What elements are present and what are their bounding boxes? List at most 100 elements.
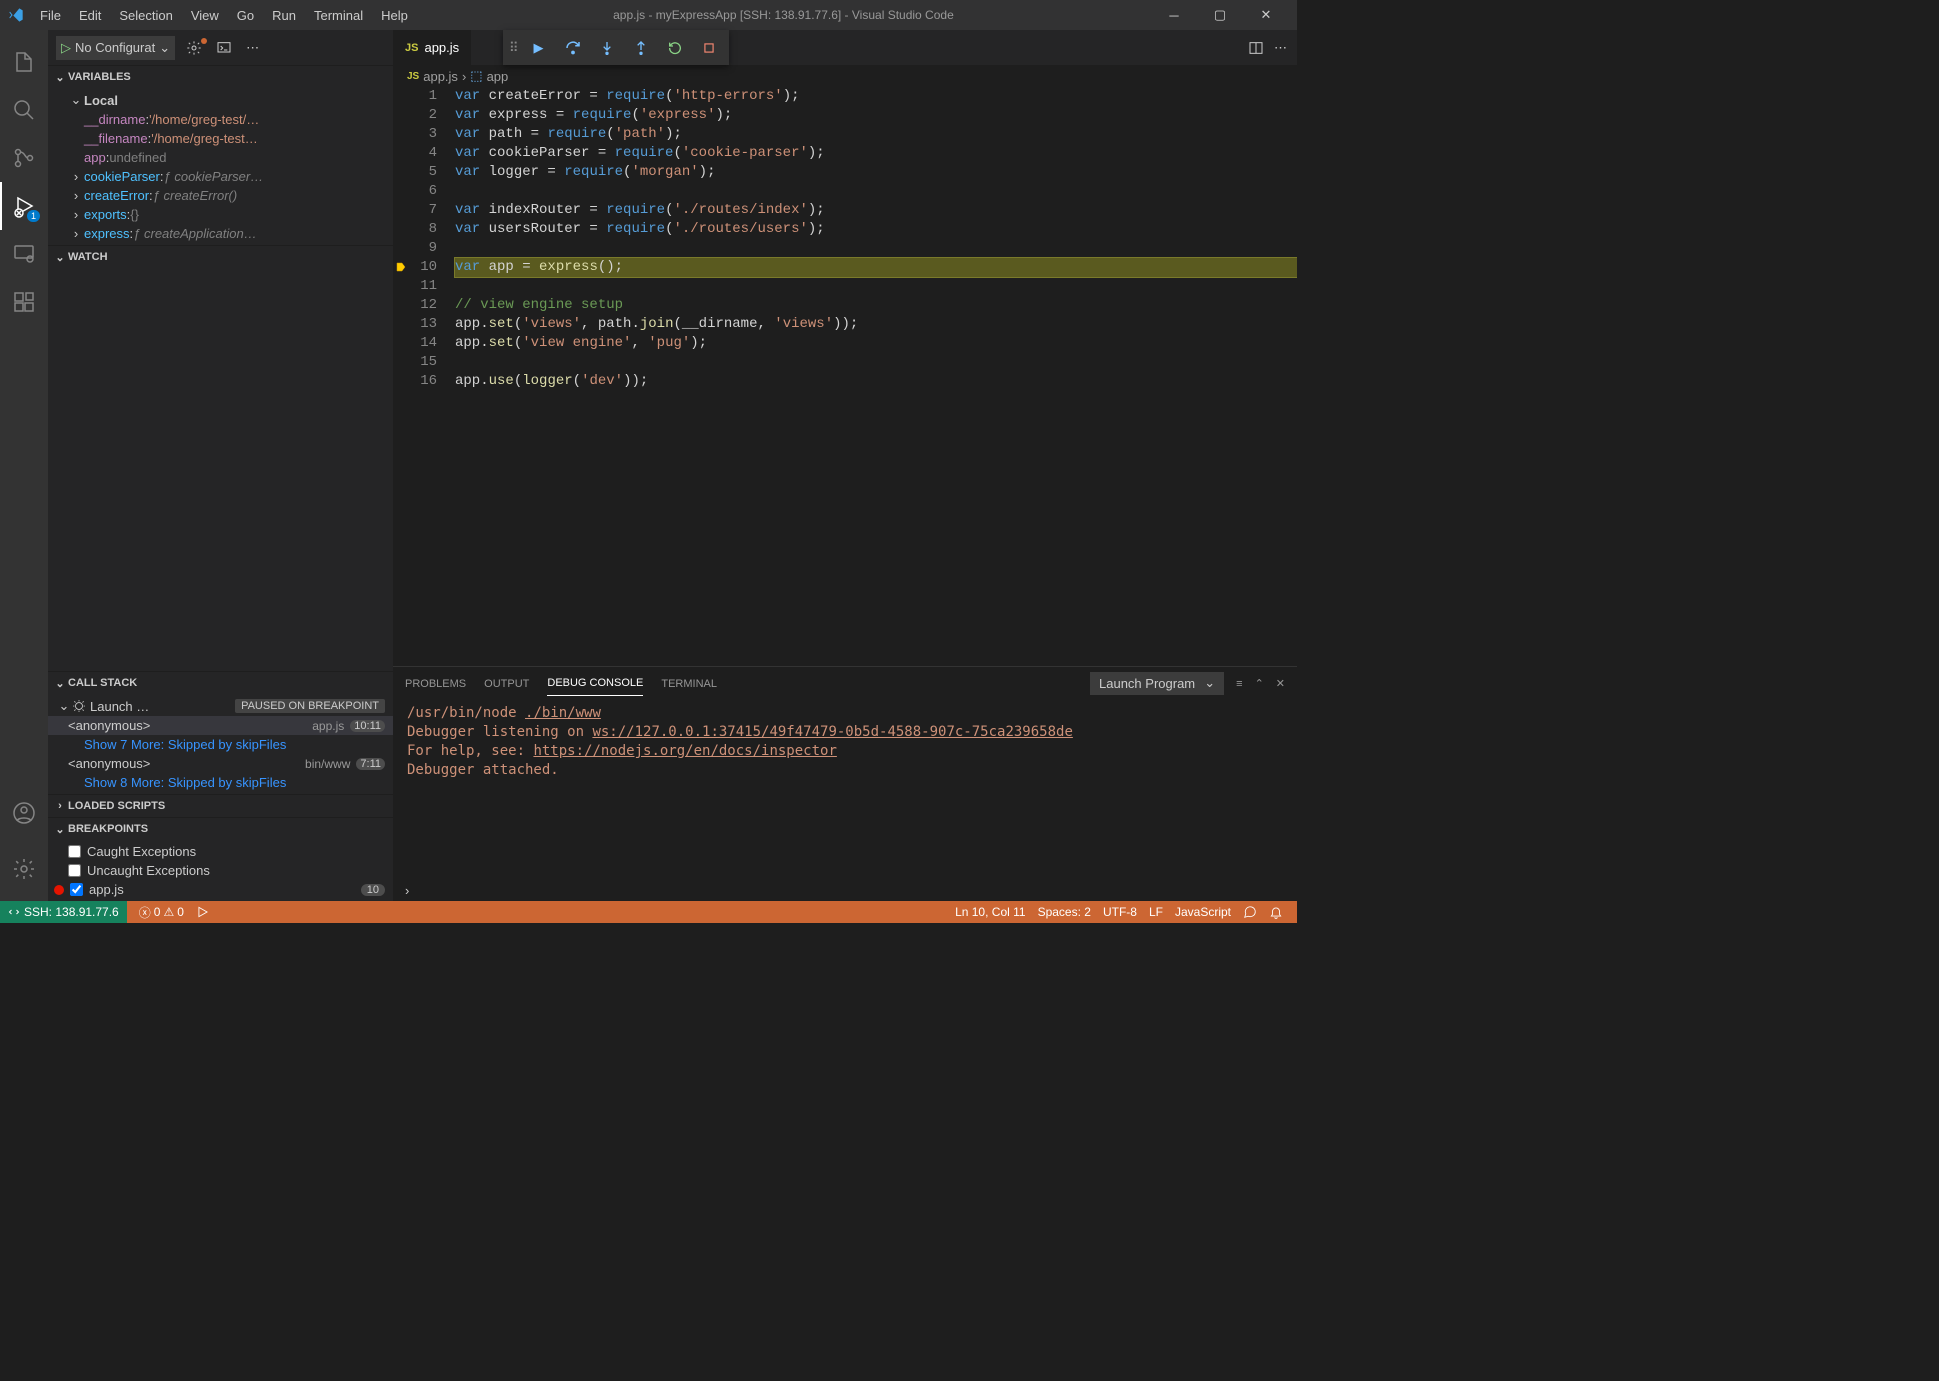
menu-go[interactable]: Go: [229, 4, 262, 27]
menu-help[interactable]: Help: [373, 4, 416, 27]
stop-button[interactable]: [695, 34, 723, 62]
configure-gear-icon[interactable]: [183, 40, 205, 56]
code-line[interactable]: var express = require('express');: [455, 106, 1297, 125]
code-line[interactable]: var usersRouter = require('./routes/user…: [455, 220, 1297, 239]
bp-checkbox[interactable]: [70, 883, 83, 896]
settings-gear-icon[interactable]: [0, 845, 48, 893]
variable-row[interactable]: ›createError: ƒ createError(): [48, 186, 393, 205]
indentation[interactable]: Spaces: 2: [1032, 905, 1097, 919]
debug-config-select[interactable]: ▷ No Configurat ⌄: [56, 36, 175, 60]
tab-problems[interactable]: Problems: [405, 672, 466, 696]
code-line[interactable]: [455, 239, 1297, 258]
breakpoint-caught-exceptions[interactable]: Caught Exceptions: [48, 842, 393, 861]
variables-header[interactable]: ⌄Variables: [48, 66, 393, 88]
filter-icon[interactable]: ≡: [1236, 678, 1242, 690]
menu-view[interactable]: View: [183, 4, 227, 27]
breadcrumb-symbol[interactable]: app: [487, 69, 509, 84]
variable-row[interactable]: app: undefined: [48, 148, 393, 167]
code-line[interactable]: [455, 353, 1297, 372]
stack-frame[interactable]: <anonymous> app.js 10:11: [48, 716, 393, 735]
debug-session-select[interactable]: Launch Program: [1090, 672, 1224, 695]
menu-edit[interactable]: Edit: [71, 4, 109, 27]
code-editor[interactable]: 12345678910111213141516 var createError …: [393, 87, 1297, 666]
eol[interactable]: LF: [1143, 905, 1169, 919]
panel-chevron-up-icon[interactable]: ⌃: [1255, 677, 1264, 690]
cursor-position[interactable]: Ln 10, Col 11: [949, 905, 1032, 919]
continue-button[interactable]: ▶: [525, 34, 553, 62]
bp-checkbox[interactable]: [68, 864, 81, 877]
panel-close-icon[interactable]: ✕: [1276, 677, 1285, 690]
explorer-icon[interactable]: [0, 38, 48, 86]
loaded-scripts-header[interactable]: ›Loaded Scripts: [48, 795, 393, 817]
minimize-button[interactable]: ─: [1151, 0, 1197, 30]
source-control-icon[interactable]: [0, 134, 48, 182]
watch-header[interactable]: ⌄Watch: [48, 246, 393, 268]
variable-row[interactable]: ›cookieParser: ƒ cookieParser…: [48, 167, 393, 186]
code-line[interactable]: var cookieParser = require('cookie-parse…: [455, 144, 1297, 163]
breadcrumb-file[interactable]: app.js: [423, 69, 458, 84]
callstack-thread[interactable]: ⌄ Launch … PAUSED ON BREAKPOINT: [48, 696, 393, 716]
split-editor-icon[interactable]: [1248, 40, 1264, 56]
code-line[interactable]: var createError = require('http-errors')…: [455, 87, 1297, 106]
menu-run[interactable]: Run: [264, 4, 304, 27]
editor-tab-appjs[interactable]: JS app.js: [393, 30, 472, 65]
remote-explorer-icon[interactable]: [0, 230, 48, 278]
code-line[interactable]: app.set('views', path.join(__dirname, 'v…: [455, 315, 1297, 334]
notifications-icon[interactable]: [1263, 905, 1289, 919]
debug-console-icon[interactable]: [213, 40, 235, 56]
debug-badge: 1: [27, 210, 40, 222]
feedback-icon[interactable]: [1237, 905, 1263, 919]
remote-indicator[interactable]: SSH: 138.91.77.6: [0, 901, 127, 923]
debug-floating-toolbar[interactable]: ⠿ ▶: [503, 30, 729, 65]
encoding[interactable]: UTF-8: [1097, 905, 1143, 919]
code-line[interactable]: var path = require('path');: [455, 125, 1297, 144]
callstack-header[interactable]: ⌄Call Stack: [48, 672, 393, 694]
menu-terminal[interactable]: Terminal: [306, 4, 371, 27]
code-line[interactable]: app.use(logger('dev'));: [455, 372, 1297, 391]
close-button[interactable]: ✕: [1243, 0, 1289, 30]
restart-button[interactable]: [661, 34, 689, 62]
breakpoint-uncaught-exceptions[interactable]: Uncaught Exceptions: [48, 861, 393, 880]
code-line[interactable]: [455, 182, 1297, 201]
tab-terminal[interactable]: Terminal: [661, 672, 717, 696]
code-line[interactable]: var app = express();: [455, 258, 1297, 277]
step-over-button[interactable]: [559, 34, 587, 62]
code-line[interactable]: var logger = require('morgan');: [455, 163, 1297, 182]
tab-debug-console[interactable]: Debug Console: [547, 671, 643, 696]
breakpoint-file[interactable]: app.js10: [48, 880, 393, 899]
variable-row[interactable]: __filename: '/home/greg-test…: [48, 129, 393, 148]
variable-row[interactable]: __dirname: '/home/greg-test/…: [48, 110, 393, 129]
debug-console-output[interactable]: /usr/bin/node ./bin/wwwDebugger listenin…: [393, 700, 1297, 879]
stack-frame[interactable]: <anonymous> bin/www 7:11: [48, 754, 393, 773]
breakpoints-header[interactable]: ⌄Breakpoints: [48, 818, 393, 840]
breadcrumb[interactable]: JS app.js › ⬚ app: [393, 65, 1297, 87]
more-actions-icon[interactable]: ⋯: [1274, 40, 1287, 56]
line-gutter[interactable]: 12345678910111213141516: [393, 87, 455, 666]
maximize-button[interactable]: ▢: [1197, 0, 1243, 30]
variables-scope-local[interactable]: ⌄Local: [48, 90, 393, 110]
accounts-icon[interactable]: [0, 789, 48, 837]
extensions-icon[interactable]: [0, 278, 48, 326]
code-line[interactable]: var indexRouter = require('./routes/inde…: [455, 201, 1297, 220]
stack-more[interactable]: Show 7 More: Skipped by skipFiles: [48, 735, 393, 754]
debug-status-icon[interactable]: [190, 905, 216, 919]
menu-file[interactable]: File: [32, 4, 69, 27]
tab-output[interactable]: Output: [484, 672, 529, 696]
errors-warnings[interactable]: ⓧ0 ⚠0: [133, 904, 190, 921]
debug-console-input[interactable]: ›: [393, 879, 1297, 901]
run-debug-icon[interactable]: 1: [0, 182, 48, 230]
code-line[interactable]: app.set('view engine', 'pug');: [455, 334, 1297, 353]
step-out-button[interactable]: [627, 34, 655, 62]
grip-icon[interactable]: ⠿: [509, 40, 519, 56]
step-into-button[interactable]: [593, 34, 621, 62]
code-line[interactable]: // view engine setup: [455, 296, 1297, 315]
bp-checkbox[interactable]: [68, 845, 81, 858]
code-line[interactable]: [455, 277, 1297, 296]
language-mode[interactable]: JavaScript: [1169, 905, 1237, 919]
more-icon[interactable]: ⋯: [243, 40, 262, 56]
stack-more[interactable]: Show 8 More: Skipped by skipFiles: [48, 773, 393, 792]
variable-row[interactable]: ›express: ƒ createApplication…: [48, 224, 393, 243]
menu-selection[interactable]: Selection: [111, 4, 180, 27]
search-icon[interactable]: [0, 86, 48, 134]
variable-row[interactable]: ›exports: {}: [48, 205, 393, 224]
